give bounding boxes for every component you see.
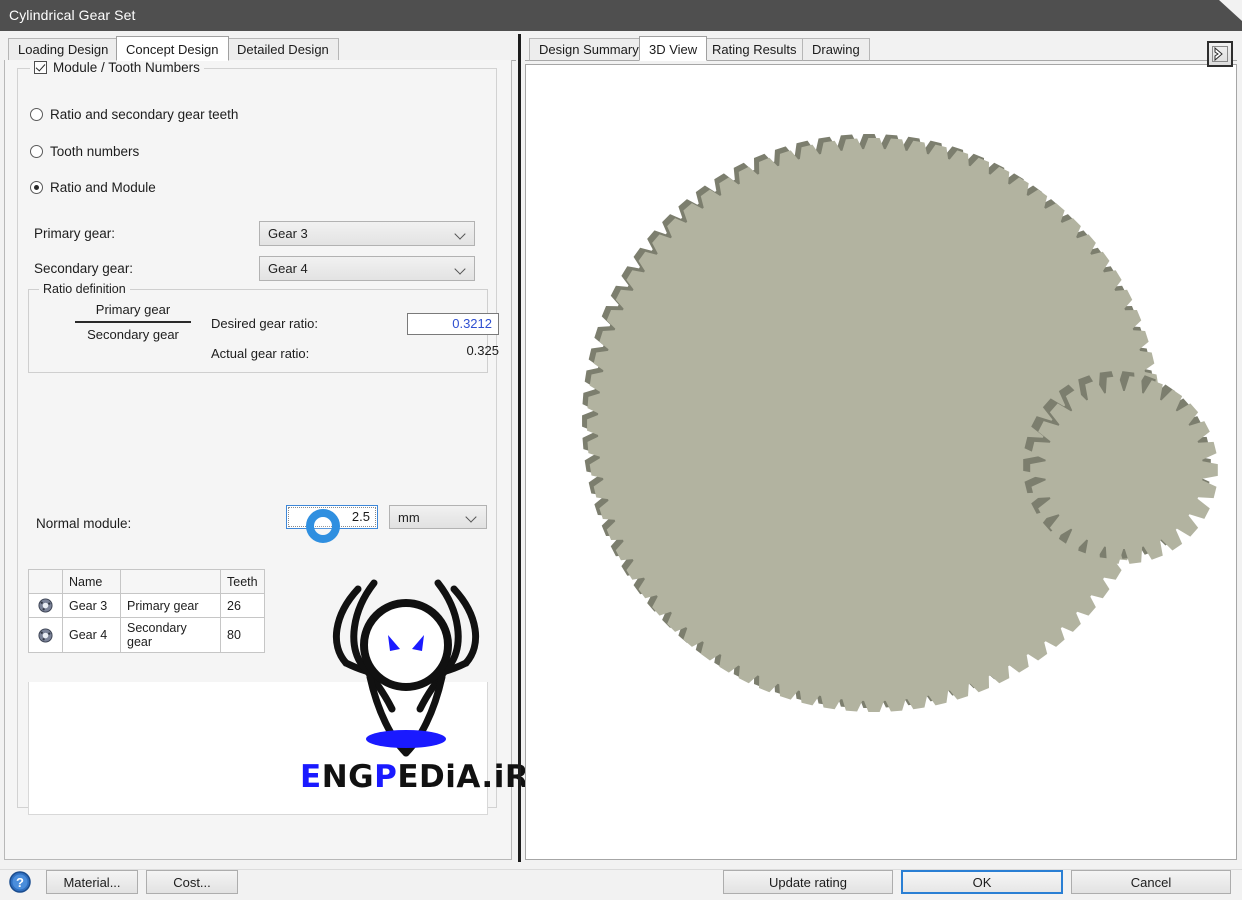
left-panel: Loading Design Concept Design Detailed D… [4, 36, 529, 863]
desired-gear-ratio-input[interactable]: 0.3212 [407, 313, 499, 335]
gear-icon [38, 627, 53, 643]
tab-drawing[interactable]: Drawing [802, 38, 870, 61]
secondary-gear-select[interactable]: Gear 4 [259, 256, 475, 281]
concept-design-panel: Module / Tooth Numbers Ratio and seconda… [4, 60, 529, 860]
actual-gear-ratio-label: Actual gear ratio: [211, 346, 310, 361]
tab-loading-design[interactable]: Loading Design [8, 38, 119, 61]
button-label: Material... [63, 874, 121, 890]
tab-label: Drawing [812, 42, 860, 57]
fraction-denominator: Secondary gear [87, 326, 179, 342]
actual-gear-ratio-value: 0.325 [466, 343, 499, 358]
module-tooth-numbers-group: Module / Tooth Numbers Ratio and seconda… [17, 60, 529, 815]
window-title: Cylindrical Gear Set [9, 7, 136, 23]
gear-icon [38, 598, 53, 613]
fraction-numerator: Primary gear [95, 302, 171, 317]
gear-face [1030, 376, 1218, 564]
update-rating-button[interactable]: Update rating [723, 870, 893, 894]
gear-list-table: Name Teeth Gear 3 Primary gear 26 Gear 4… [28, 569, 265, 653]
chevron-down-icon [467, 513, 476, 522]
gear-list-empty-area [28, 682, 488, 815]
tab-label: Loading Design [18, 42, 109, 57]
3d-viewport[interactable] [525, 64, 1237, 860]
material-button[interactable]: Material... [46, 870, 138, 894]
tab-3d-view[interactable]: 3D View [639, 36, 708, 61]
button-label: Update rating [768, 874, 848, 890]
tab-label: Concept Design [126, 42, 219, 57]
normal-module-label: Normal module: [36, 516, 132, 531]
th-name: Name [62, 569, 121, 594]
table-row[interactable]: Gear 4 Secondary gear 80 [28, 617, 265, 653]
row-teeth: 26 [220, 593, 265, 618]
table-header-row: Name Teeth [28, 569, 265, 594]
bottom-button-bar: ? Material... Cost... Update rating OK C… [0, 869, 1242, 900]
cylindrical-gear-set-dialog: Cylindrical Gear Set Loading Design Conc… [0, 0, 1242, 900]
checkbox-label: Module / Tooth Numbers [53, 60, 200, 75]
tab-label: Design Summary [539, 42, 639, 57]
radio-tooth-numbers[interactable]: Tooth numbers [30, 144, 139, 159]
row-name: Gear 4 [62, 617, 121, 653]
dialog-content: Loading Design Concept Design Detailed D… [0, 31, 1242, 869]
chevron-down-icon [456, 265, 465, 274]
gear-assembly-render [582, 134, 1218, 712]
primary-gear-label: Primary gear: [34, 226, 116, 241]
th-teeth: Teeth [220, 569, 265, 594]
th-role [120, 569, 221, 594]
expand-panel-button[interactable] [1207, 41, 1233, 67]
secondary-gear-value: Gear 4 [268, 261, 308, 276]
th-icon [28, 569, 63, 594]
title-bar: Cylindrical Gear Set [0, 0, 1242, 31]
primary-gear-value: Gear 3 [268, 226, 308, 241]
primary-gear-row: Primary gear: Gear 3 [34, 221, 484, 246]
radio-indicator[interactable] [30, 181, 43, 194]
desired-gear-ratio-label: Desired gear ratio: [211, 316, 318, 331]
radio-ratio-and-secondary-gear-teeth[interactable]: Ratio and secondary gear teeth [30, 107, 238, 122]
right-panel: Design Summary 3D View Rating Results Dr… [525, 36, 1237, 863]
checkbox-indicator[interactable] [34, 61, 47, 74]
fraction-bar [75, 321, 191, 323]
chevron-right-double-icon [1212, 46, 1228, 62]
panel-splitter[interactable] [518, 34, 521, 862]
row-icon-cell [28, 593, 63, 618]
help-icon[interactable]: ? [9, 871, 31, 893]
radio-label: Tooth numbers [50, 144, 140, 159]
primary-gear-select[interactable]: Gear 3 [259, 221, 475, 246]
button-label: Cancel [1130, 874, 1172, 890]
row-role: Primary gear [120, 593, 221, 618]
ratio-definition-group: Ratio definition Primary gear Secondary … [28, 282, 499, 373]
table-row[interactable]: Gear 3 Primary gear 26 [28, 593, 265, 618]
radio-indicator[interactable] [30, 145, 43, 158]
normal-module-input[interactable]: 2.5 [286, 505, 378, 529]
right-tab-strip: Design Summary 3D View Rating Results Dr… [525, 36, 1237, 61]
cancel-button[interactable]: Cancel [1071, 870, 1231, 894]
tab-concept-design[interactable]: Concept Design [116, 36, 229, 61]
left-tab-strip: Loading Design Concept Design Detailed D… [4, 36, 516, 61]
secondary-gear-row: Secondary gear: Gear 4 [34, 256, 484, 281]
normal-module-unit-select[interactable]: mm [389, 505, 487, 529]
tab-label: 3D View [649, 42, 698, 57]
row-icon-cell [28, 617, 63, 653]
row-name: Gear 3 [62, 593, 121, 618]
tab-label: Rating Results [712, 42, 797, 57]
module-tooth-numbers-checkbox[interactable]: Module / Tooth Numbers [30, 60, 204, 75]
row-teeth: 80 [220, 617, 265, 653]
svg-text:?: ? [16, 875, 24, 890]
normal-module-unit-value: mm [398, 509, 420, 525]
radio-indicator[interactable] [30, 108, 43, 121]
button-label: OK [972, 874, 992, 890]
radio-label: Ratio and secondary gear teeth [50, 107, 239, 122]
tab-detailed-design[interactable]: Detailed Design [227, 38, 339, 61]
ratio-fraction: Primary gear Secondary gear [63, 302, 203, 342]
cost-button[interactable]: Cost... [146, 870, 238, 894]
tab-rating-results[interactable]: Rating Results [702, 38, 807, 61]
tab-design-summary[interactable]: Design Summary [529, 38, 649, 61]
ratio-definition-title: Ratio definition [39, 282, 130, 296]
chevron-down-icon [456, 230, 465, 239]
radio-ratio-and-module[interactable]: Ratio and Module [30, 180, 156, 195]
ok-button[interactable]: OK [901, 870, 1063, 894]
row-role: Secondary gear [120, 617, 221, 653]
tab-label: Detailed Design [237, 42, 329, 57]
button-label: Cost... [173, 874, 211, 890]
radio-label: Ratio and Module [50, 180, 156, 195]
secondary-gear-label: Secondary gear: [34, 261, 134, 276]
